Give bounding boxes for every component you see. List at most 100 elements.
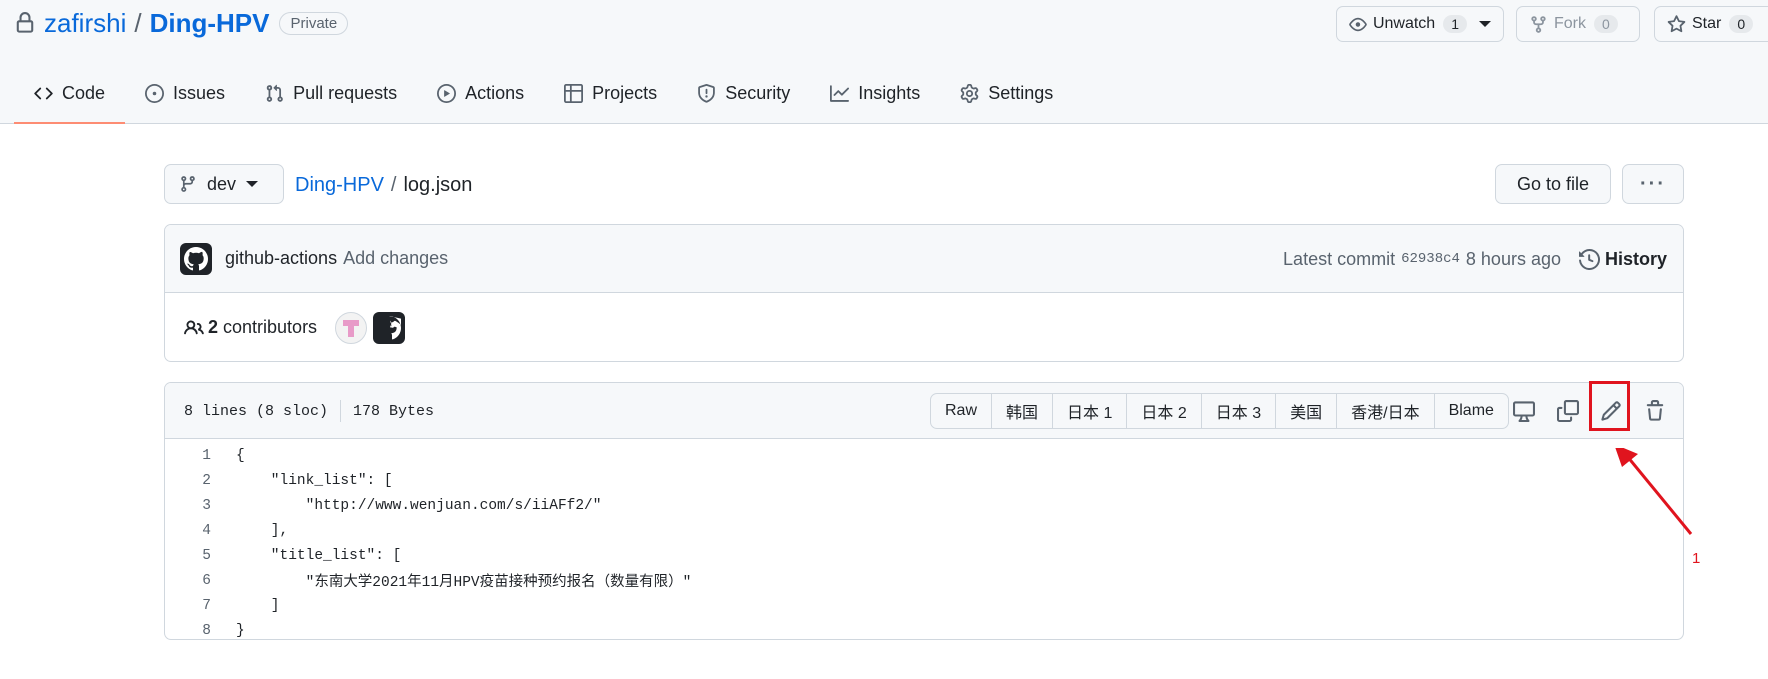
star-counter: 0 [1729,15,1754,33]
line-number[interactable]: 5 [165,548,215,564]
tab-settings[interactable]: Settings [940,74,1073,112]
fork-button[interactable]: Fork 0 [1516,6,1640,42]
history-label: History [1604,248,1667,269]
hongkong-japan-button[interactable]: 香港/日本 [1337,394,1435,428]
blame-button[interactable]: Blame [1435,394,1508,428]
history-icon [1578,248,1600,270]
people-icon [184,319,204,334]
contributor-avatar-zafirshi[interactable] [335,311,368,344]
code-line: 1{ [165,443,1683,468]
repo-header: zafirshi / Ding-HPV Private Unwatch 1 Fo… [0,0,1768,124]
line-number[interactable]: 3 [165,498,215,514]
file-toolbar: 8 lines (8 sloc) 178 Bytes Raw 韩国 日本 1 日… [165,383,1683,439]
github-logo-icon [184,246,208,270]
shield-icon [698,83,715,103]
tab-issues[interactable]: Issues [125,74,245,112]
korea-button[interactable]: 韩国 [992,394,1054,428]
line-number[interactable]: 1 [165,448,215,464]
tab-projects-label: Projects [592,82,658,103]
table-icon [564,83,584,103]
file-size: 178 Bytes [353,402,435,420]
code-view: 1{ 2 "link_list": [ 3 "http://www.wenjua… [165,439,1683,639]
file-info: 8 lines (8 sloc) 178 Bytes [184,383,434,439]
breadcrumb-repo-link[interactable]: Ding-HPV [295,174,384,197]
code-line: 3 "http://www.wenjuan.com/s/iiAFf2/" [165,493,1683,518]
tab-code[interactable]: Code [14,74,126,124]
latest-commit-row: github-actions Add changes Latest commit… [165,225,1683,293]
trash-icon [1646,400,1664,421]
tab-pull-requests-label: Pull requests [293,82,398,103]
tab-code-label: Code [62,82,106,103]
latest-commit-label: Latest commit [1283,248,1396,269]
tab-actions-label: Actions [465,82,525,103]
line-number[interactable]: 7 [165,598,215,614]
star-button[interactable]: Star 0 [1654,6,1768,42]
fork-counter: 0 [1594,15,1618,33]
code-line: 6 "东南大学2021年11月HPV疫苗接种预约报名（数量有限）" [165,568,1683,593]
file-view-button-group: Raw 韩国 日本 1 日本 2 日本 3 美国 香港/日本 Blame [930,393,1509,429]
contributors-count[interactable]: 2 [208,317,218,338]
fork-label: Fork [1554,15,1586,32]
github-actions-avatar[interactable] [180,242,212,275]
commit-meta: Latest commit 62938c4 8 hours ago Histor… [1283,225,1667,293]
japan-2-button[interactable]: 日本 2 [1127,394,1202,428]
commit-time: 8 hours ago [1465,248,1561,269]
line-content: "东南大学2021年11月HPV疫苗接种预约报名（数量有限）" [236,575,692,591]
line-content: "http://www.wenjuan.com/s/iiAFf2/" [236,497,602,514]
git-branch-icon [181,176,195,192]
repo-title: zafirshi / Ding-HPV Private [14,6,349,40]
line-content: { [236,447,245,464]
line-number[interactable]: 2 [165,473,215,489]
tab-projects[interactable]: Projects [544,74,677,112]
tab-actions[interactable]: Actions [417,74,544,112]
more-options-button[interactable]: ··· [1622,164,1684,204]
commit-sha-link[interactable]: 62938c4 [1401,251,1460,267]
tab-security[interactable]: Security [677,74,810,112]
tab-issues-label: Issues [173,82,226,103]
copy-icon [1557,400,1579,422]
unwatch-button[interactable]: Unwatch 1 [1336,6,1504,42]
line-content: "title_list": [ [236,547,402,564]
line-content: "link_list": [ [236,472,393,489]
commit-author-link[interactable]: github-actions [225,248,337,269]
usa-button[interactable]: 美国 [1276,394,1338,428]
lock-icon [16,12,34,33]
file-breadcrumb: Ding-HPV / log.json [295,170,472,200]
tab-insights-label: Insights [858,82,921,103]
tab-settings-label: Settings [988,82,1054,103]
repo-owner-link[interactable]: zafirshi [44,8,126,39]
issue-icon [145,83,165,103]
github-logo-icon [389,315,402,339]
code-line: 2 "link_list": [ [165,468,1683,493]
japan-3-button[interactable]: 日本 3 [1202,394,1277,428]
tab-pull-requests[interactable]: Pull requests [245,74,417,112]
repo-name-link[interactable]: Ding-HPV [150,8,270,39]
line-number[interactable]: 6 [165,573,215,589]
caret-down-icon [246,181,259,187]
line-number[interactable]: 8 [165,623,215,639]
history-link[interactable]: History [1578,248,1667,270]
code-line: 8} [165,618,1683,639]
copy-button[interactable] [1554,397,1582,425]
breadcrumb-separator: / [390,173,397,196]
line-number[interactable]: 4 [165,523,215,539]
tab-insights[interactable]: Insights [810,74,940,112]
japan-1-button[interactable]: 日本 1 [1053,394,1128,428]
code-line: 7 ] [165,593,1683,618]
delete-file-button[interactable] [1641,397,1669,425]
raw-button[interactable]: Raw [931,394,993,428]
commit-box: github-actions Add changes Latest commit… [164,224,1684,362]
watch-counter: 1 [1443,15,1467,33]
contributors-label[interactable]: contributors [223,317,317,338]
commit-message-link[interactable]: Add changes [343,248,448,269]
line-content: ] [236,597,280,614]
graph-icon [830,84,850,102]
caret-down-icon [1479,21,1491,27]
avatar-pattern-stem [348,325,355,337]
branch-selector[interactable]: dev [164,164,284,204]
display-rich-button[interactable] [1510,397,1538,425]
repo-nav: Code Issues Pull requests Actions Projec… [14,74,1073,124]
go-to-file-button[interactable]: Go to file [1495,164,1611,204]
contributor-avatar-github-actions[interactable] [373,311,406,344]
line-content: ], [236,522,289,539]
